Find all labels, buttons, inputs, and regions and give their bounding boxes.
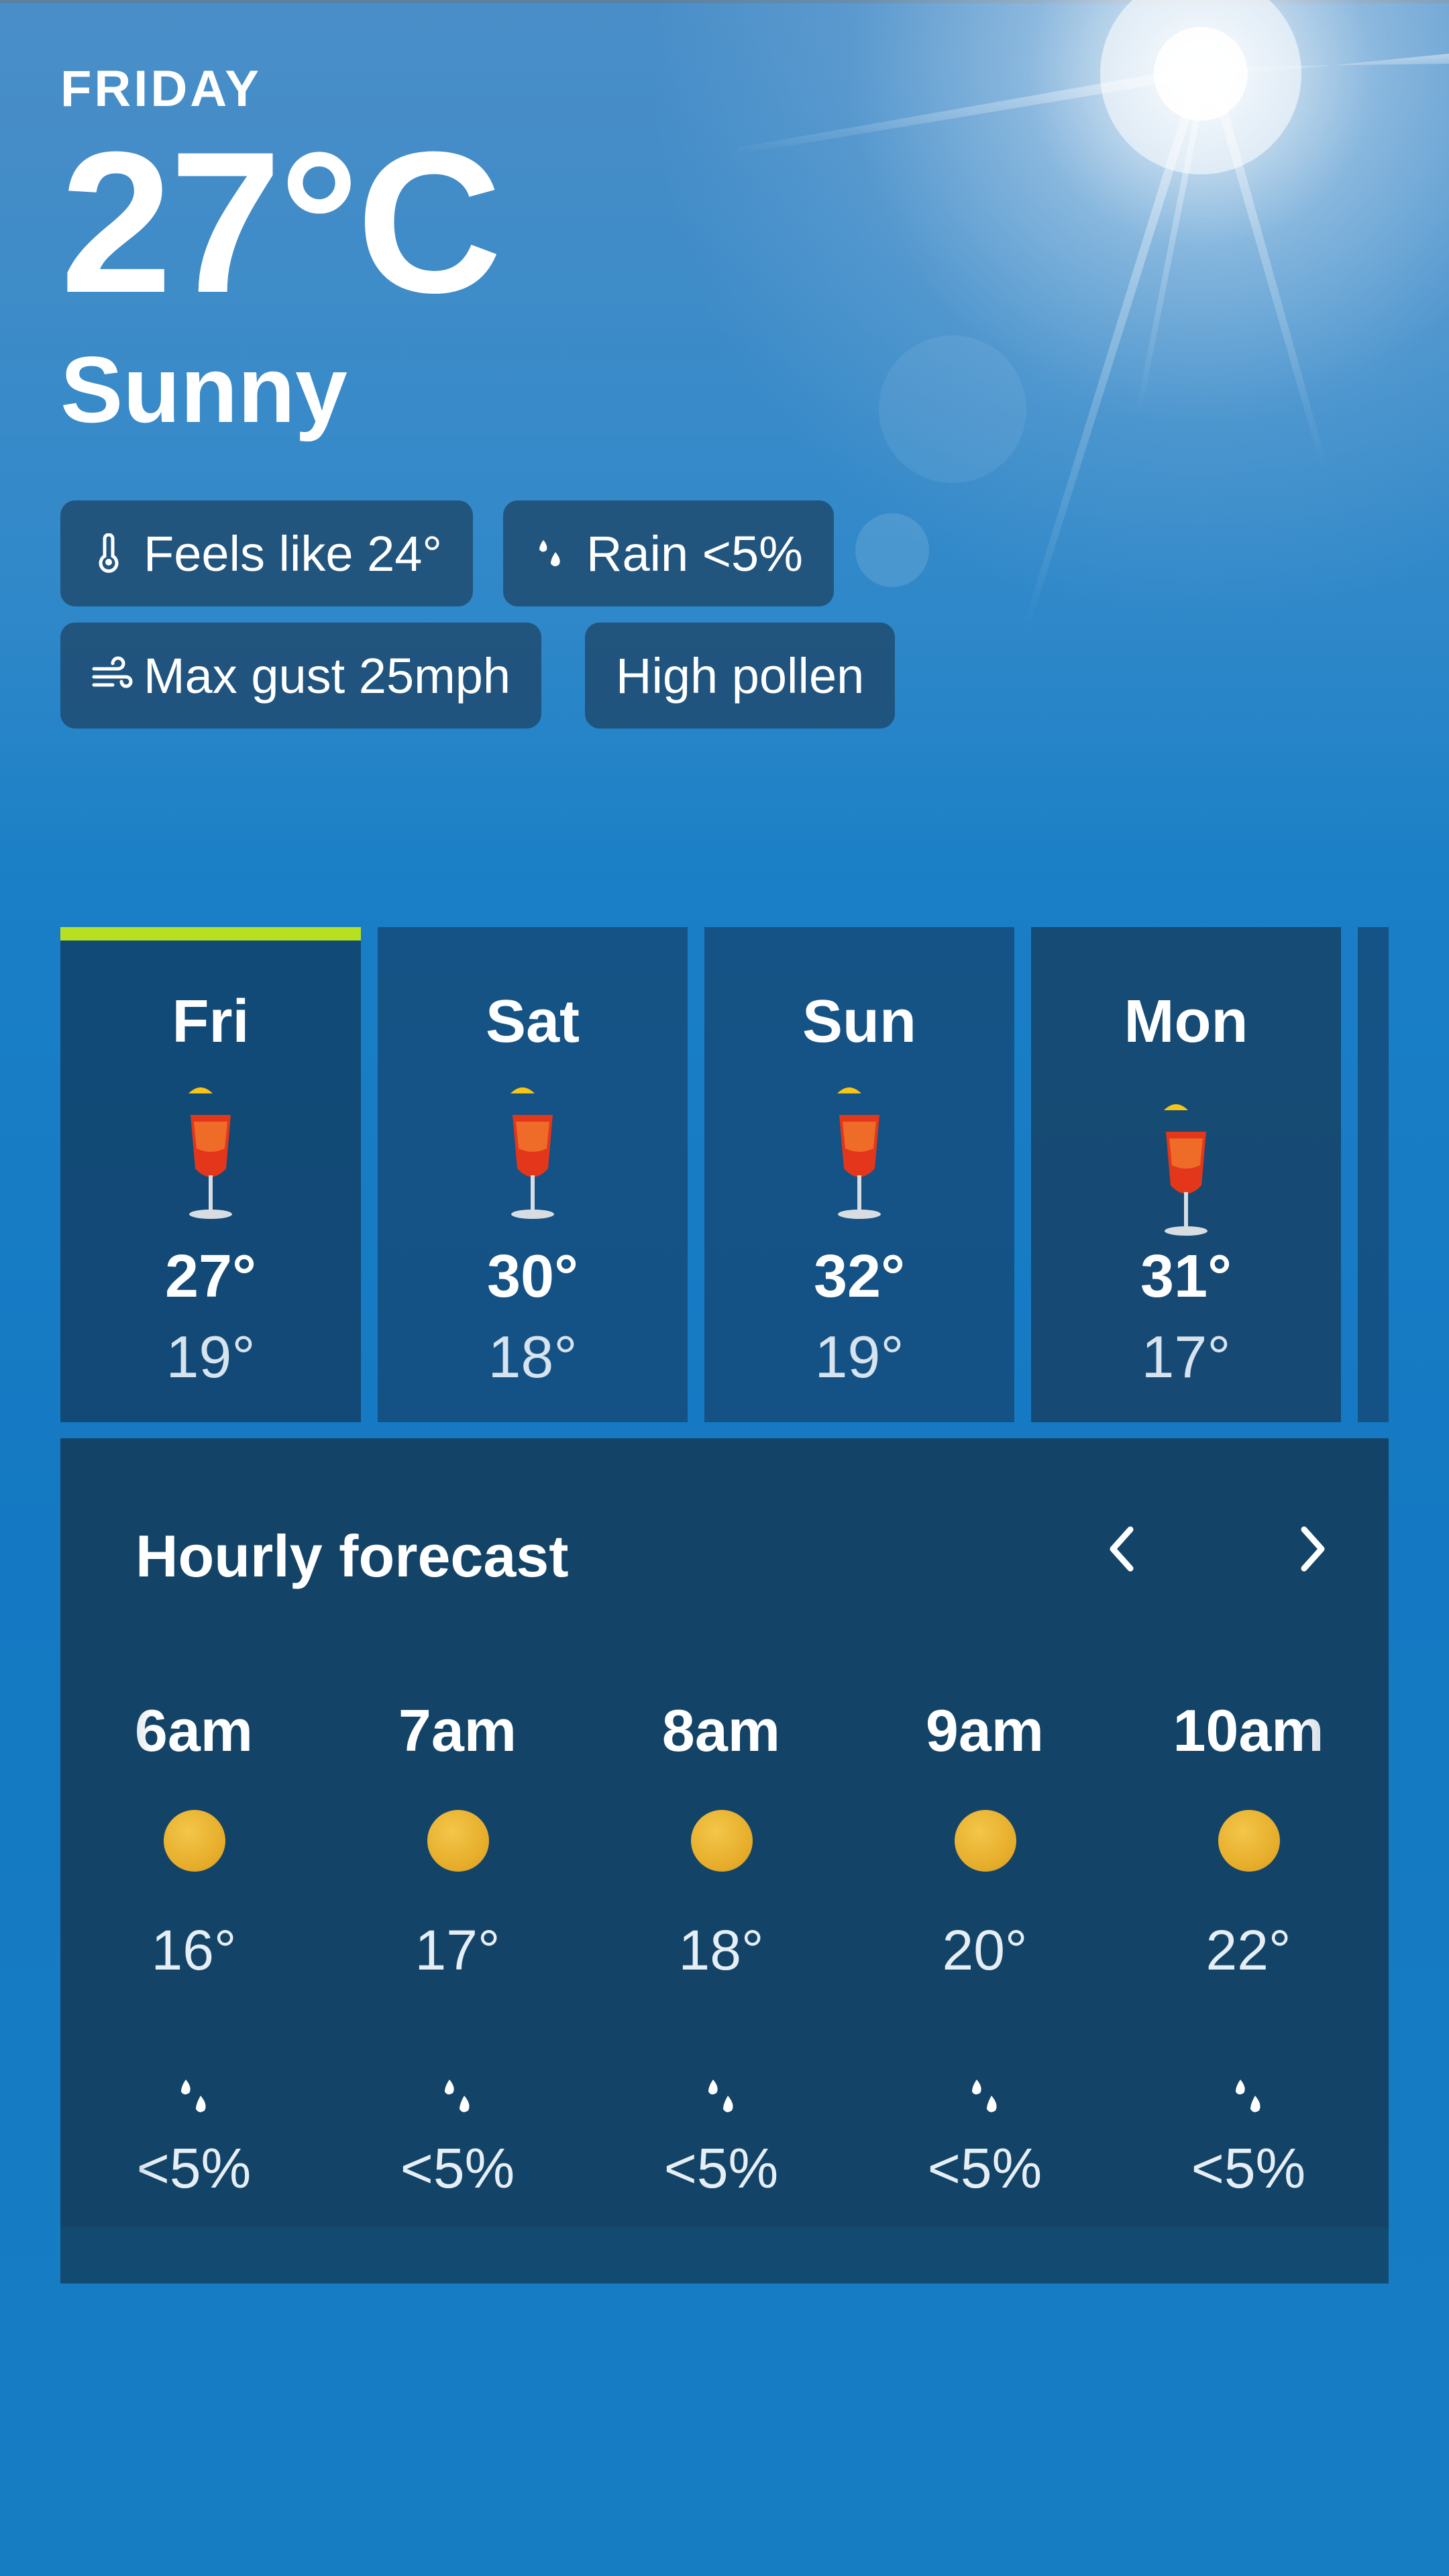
day-card-fri[interactable]: Fri 27° 19°: [60, 927, 361, 1422]
hour-label: 6am: [134, 1697, 254, 1764]
day-card-mon[interactable]: Mon 31° 17°: [1031, 927, 1341, 1422]
hour-temperature: 18°: [678, 1919, 764, 1982]
day-high: 31°: [1140, 1243, 1232, 1310]
day-name: Sat: [485, 988, 580, 1055]
hourly-prev-button[interactable]: [1091, 1519, 1152, 1579]
hourly-forecast-panel: Hourly forecast 6am 16° <5% 7am 17° <5% …: [60, 1438, 1389, 2284]
hourly-title: Hourly forecast: [136, 1523, 569, 1589]
sun-icon: [164, 1810, 225, 1872]
hour-rain-chance: <5%: [663, 2137, 779, 2200]
current-temperature: 27°C: [60, 109, 502, 335]
chevron-right-icon: [1301, 1526, 1325, 1572]
cocktail-icon: [174, 1068, 248, 1226]
cocktail-icon: [822, 1068, 896, 1226]
hour-rain-chance: <5%: [136, 2137, 252, 2200]
feels-like-pill: Feels like 24°: [60, 500, 474, 606]
hour-rain-chance: <5%: [927, 2137, 1042, 2200]
current-condition: Sunny: [60, 337, 347, 442]
day-name: Fri: [172, 988, 250, 1055]
gust-pill: Max gust 25mph: [60, 623, 542, 729]
day-low: 17°: [1141, 1324, 1231, 1390]
hour-label: 10am: [1173, 1697, 1324, 1764]
day-low: 18°: [488, 1324, 578, 1390]
hour-label: 8am: [661, 1697, 781, 1764]
selected-indicator: [60, 927, 361, 941]
raindrops-icon: [174, 2076, 214, 2126]
hour-temperature: 22°: [1205, 1919, 1291, 1982]
day-high: 32°: [813, 1243, 906, 1310]
hour-label: 9am: [925, 1697, 1044, 1764]
wind-icon: [91, 655, 133, 696]
day-low: 19°: [814, 1324, 904, 1390]
raindrops-icon: [534, 533, 569, 574]
rain-pill: Rain <5%: [503, 500, 834, 606]
hour-label: 7am: [398, 1697, 517, 1764]
day-high: 27°: [164, 1243, 257, 1310]
thermometer-icon: [91, 533, 126, 574]
hour-temperature: 20°: [942, 1919, 1028, 1982]
day-name: Sun: [802, 988, 916, 1055]
raindrops-icon: [1228, 2076, 1269, 2126]
current-day-label: FRIDAY: [60, 60, 262, 117]
day-high: 30°: [486, 1243, 579, 1310]
hour-rain-chance: <5%: [1191, 2137, 1306, 2200]
sun-icon: [1218, 1810, 1280, 1872]
raindrops-icon: [701, 2076, 741, 2126]
rain-text: Rain <5%: [586, 525, 803, 582]
day-name: Mon: [1124, 988, 1248, 1055]
chevron-left-icon: [1110, 1526, 1134, 1572]
day-card-sun[interactable]: Sun 32° 19°: [704, 927, 1014, 1422]
cocktail-icon: [496, 1068, 570, 1226]
pollen-pill: High pollen: [585, 623, 896, 729]
pollen-text: High pollen: [616, 647, 865, 704]
current-conditions: FRIDAY 27°C Sunny: [60, 60, 502, 442]
cocktail-icon: [1149, 1085, 1223, 1242]
hour-temperature: 17°: [415, 1919, 500, 1982]
sun-icon: [427, 1810, 489, 1872]
hour-temperature: 16°: [151, 1919, 237, 1982]
hour-rain-chance: <5%: [400, 2137, 515, 2200]
raindrops-icon: [437, 2076, 478, 2126]
sun-icon: [691, 1810, 753, 1872]
gust-text: Max gust 25mph: [144, 647, 511, 704]
day-card-sat[interactable]: Sat 30° 18°: [378, 927, 688, 1422]
raindrops-icon: [965, 2076, 1005, 2126]
hourly-footer-strip: [60, 2227, 1389, 2284]
hourly-next-button[interactable]: [1283, 1519, 1343, 1579]
day-low: 19°: [166, 1324, 256, 1390]
day-card-next-partial[interactable]: [1358, 927, 1389, 1422]
feels-like-text: Feels like 24°: [144, 525, 443, 582]
sun-icon: [955, 1810, 1016, 1872]
